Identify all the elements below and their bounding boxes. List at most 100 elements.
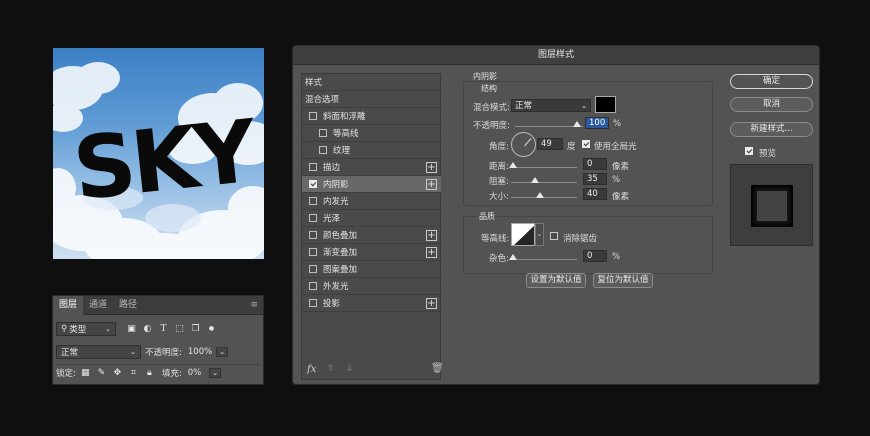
layer-filter-select[interactable]: ⚲ 类型 ⌄ — [56, 321, 116, 336]
global-light-label: 使用全局光 — [594, 142, 637, 152]
reset-default-button[interactable]: 复位为默认值 — [593, 273, 653, 288]
style-list-item[interactable]: 内阴影 + — [302, 176, 441, 193]
angle-dial[interactable] — [511, 132, 536, 157]
style-checkbox[interactable] — [319, 146, 327, 154]
layer-filter-row: ⚲ 类型 ⌄ ▣ ◐ T ⬚ ❐ ● — [56, 320, 261, 337]
fill-field[interactable]: 0% ⌄ — [184, 366, 236, 380]
style-checkbox[interactable] — [309, 299, 317, 307]
style-checkbox[interactable] — [309, 112, 317, 120]
style-list-item[interactable]: 等高线 — [302, 125, 441, 142]
style-list-item[interactable]: 纹理 — [302, 142, 441, 159]
chevron-down-icon: ⌄ — [209, 368, 222, 378]
add-effect-icon[interactable]: + — [426, 297, 437, 309]
shadow-color-swatch[interactable] — [595, 96, 616, 113]
style-list-item[interactable]: 渐变叠加 + — [302, 244, 441, 261]
style-list-label: 混合选项 — [305, 95, 340, 105]
style-list-item[interactable]: 内发光 — [302, 193, 441, 210]
style-list-item[interactable]: 混合选项 — [302, 91, 441, 108]
fill-value: 0% — [187, 368, 202, 378]
ok-button[interactable]: 确定 — [730, 74, 813, 89]
smart-object-filter-icon[interactable]: ❐ — [190, 323, 201, 334]
global-light-checkbox[interactable] — [582, 140, 590, 148]
move-down-icon[interactable]: ⇩ — [346, 364, 354, 374]
opacity-input[interactable]: 100 — [585, 117, 609, 129]
make-default-button[interactable]: 设置为默认值 — [526, 273, 586, 288]
preview-checkbox[interactable] — [745, 147, 753, 155]
choke-slider-track[interactable] — [511, 182, 577, 183]
style-list-item[interactable]: 描边 + — [302, 159, 441, 176]
distance-slider-track[interactable] — [511, 167, 577, 168]
style-checkbox[interactable] — [309, 197, 317, 205]
dialog-title: 图层样式 — [293, 46, 819, 65]
distance-input[interactable]: 0 — [583, 158, 607, 170]
choke-slider-thumb[interactable] — [531, 177, 539, 183]
size-input[interactable]: 40 — [583, 188, 607, 200]
layer-opacity-field[interactable]: 100% ⌄ — [184, 345, 236, 359]
add-effect-icon[interactable]: + — [426, 229, 437, 241]
angle-input[interactable]: 49 — [537, 138, 563, 150]
style-preview-inner — [757, 191, 787, 221]
size-slider-track[interactable] — [511, 197, 577, 198]
add-effect-icon[interactable]: + — [426, 161, 437, 173]
distance-slider-thumb[interactable] — [509, 162, 517, 168]
contour-preview[interactable] — [511, 223, 535, 246]
style-list-item[interactable]: 光泽 — [302, 210, 441, 227]
opacity-label: 不透明度: — [473, 121, 510, 131]
tab-layers[interactable]: 图层 — [53, 296, 84, 315]
noise-input[interactable]: 0 — [583, 250, 607, 262]
style-list-label: 外发光 — [323, 282, 349, 292]
layer-blend-mode-select[interactable]: 正常 ⌄ — [56, 344, 141, 359]
noise-slider-thumb[interactable] — [509, 254, 517, 260]
contour-dropdown-icon[interactable]: ⌄ — [535, 223, 544, 246]
pixel-layer-filter-icon[interactable]: ▣ — [126, 323, 137, 334]
lock-label: 锁定: — [56, 369, 76, 379]
lock-position-icon[interactable]: ✥ — [112, 368, 123, 379]
lock-all-icon[interactable]: 🔒︎ — [144, 368, 155, 379]
tab-paths[interactable]: 路径 — [113, 296, 143, 315]
style-list-item[interactable]: 斜面和浮雕 — [302, 108, 441, 125]
size-slider-thumb[interactable] — [536, 192, 544, 198]
add-effect-icon[interactable]: + — [426, 178, 437, 190]
style-list-item[interactable]: 投影 + — [302, 295, 441, 312]
fx-menu-button[interactable]: fx — [307, 364, 316, 375]
cancel-button[interactable]: 取消 — [730, 97, 813, 112]
noise-slider-track[interactable] — [511, 259, 577, 260]
trash-icon[interactable]: 🗑︎ — [431, 363, 444, 374]
style-checkbox[interactable] — [309, 231, 317, 239]
new-style-button[interactable]: 新建样式... — [730, 122, 813, 137]
layer-blend-row: 正常 ⌄ 不透明度: 100% ⌄ — [56, 343, 261, 360]
style-checkbox[interactable] — [309, 163, 317, 171]
blend-mode-select[interactable]: 正常 ⌄ — [511, 99, 591, 112]
style-checkbox[interactable] — [309, 180, 317, 188]
style-checkbox[interactable] — [309, 265, 317, 273]
anti-alias-checkbox[interactable] — [550, 232, 558, 240]
style-checkbox[interactable] — [319, 129, 327, 137]
lock-image-pixels-icon[interactable]: ✎ — [96, 368, 107, 379]
type-layer-filter-icon[interactable]: T — [158, 323, 169, 334]
style-checkbox[interactable] — [309, 282, 317, 290]
opacity-slider-thumb[interactable] — [573, 121, 581, 127]
style-list-item[interactable]: 图案叠加 — [302, 261, 441, 278]
panel-menu-icon[interactable]: ≡ — [250, 301, 258, 310]
style-list-item[interactable]: 外发光 — [302, 278, 441, 295]
style-list-item[interactable]: 颜色叠加 + — [302, 227, 441, 244]
tab-channels[interactable]: 通道 — [83, 296, 113, 315]
shape-layer-filter-icon[interactable]: ⬚ — [174, 323, 185, 334]
blend-mode-value: 正常 — [515, 100, 533, 111]
sky-text: SKY — [68, 101, 258, 221]
lock-artboard-icon[interactable]: ⌗ — [128, 368, 139, 379]
choke-input[interactable]: 35 — [583, 173, 607, 185]
add-effect-icon[interactable]: + — [426, 246, 437, 258]
style-checkbox[interactable] — [309, 214, 317, 222]
style-list-label: 颜色叠加 — [323, 231, 358, 241]
move-up-icon[interactable]: ⇧ — [327, 364, 335, 374]
lock-transparent-pixels-icon[interactable]: ▦ — [80, 368, 91, 379]
filter-toggle-icon[interactable]: ● — [206, 323, 217, 334]
style-list-item[interactable]: 样式 — [302, 74, 441, 91]
quality-title: 品质 — [477, 211, 497, 222]
layers-panel-tabs: 图层 通道 路径 ≡ — [53, 296, 263, 315]
style-checkbox[interactable] — [309, 248, 317, 256]
anti-alias-label: 消除锯齿 — [563, 234, 598, 244]
adjustment-layer-filter-icon[interactable]: ◐ — [142, 323, 153, 334]
angle-unit: 度 — [567, 142, 576, 152]
